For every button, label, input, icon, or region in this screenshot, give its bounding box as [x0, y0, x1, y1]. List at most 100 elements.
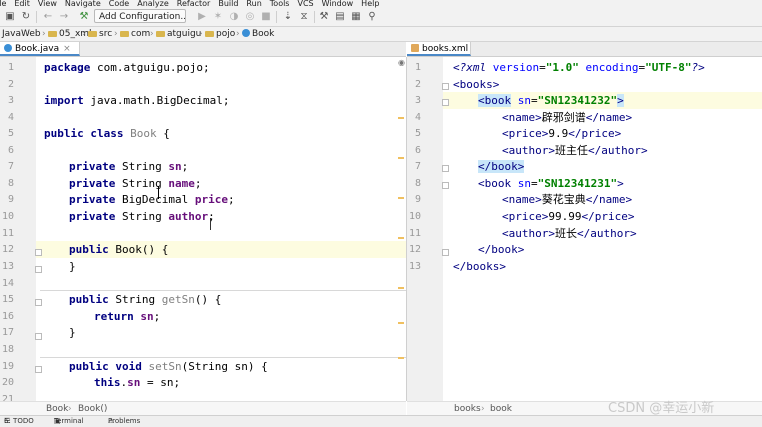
menu-window[interactable]: Window — [322, 0, 354, 8]
code-line: <name>辟邪剑谱</name> — [502, 111, 633, 124]
breadcrumb-chevron-icon: › — [42, 29, 46, 39]
menu-build[interactable]: Build — [218, 0, 238, 8]
line-number: 8 — [414, 178, 421, 189]
menu-file[interactable]: ile — [0, 0, 6, 8]
package-icon — [120, 31, 129, 37]
class-icon — [4, 44, 12, 52]
warning-stripe-marker[interactable] — [398, 197, 404, 199]
menu-view[interactable]: View — [38, 0, 57, 8]
code-line: </book> — [478, 160, 525, 173]
code-line: public class Book { — [44, 127, 170, 140]
warning-stripe-marker[interactable] — [398, 322, 404, 324]
fold-marker-icon[interactable] — [35, 366, 42, 373]
code-line: private BigDecimal price; — [69, 193, 235, 206]
class-icon — [242, 29, 250, 37]
inspection-eye-icon[interactable]: ◉ — [398, 58, 405, 67]
fold-marker-icon[interactable] — [35, 266, 42, 273]
breadcrumb-chevron-icon: › — [236, 29, 240, 39]
forward-icon[interactable]: → — [58, 11, 70, 23]
run-icon[interactable]: ▶ — [196, 11, 208, 23]
sync-icon[interactable]: ↻ — [20, 11, 32, 23]
line-number: 5 — [7, 128, 14, 139]
fold-marker-icon[interactable] — [442, 249, 449, 256]
add-configuration-button[interactable]: Add Configuration... — [94, 9, 186, 23]
breadcrumb-item-book[interactable]: Book — [242, 27, 274, 41]
menu-edit[interactable]: Edit — [14, 0, 30, 8]
save-icon[interactable]: ▣ — [4, 11, 16, 23]
breadcrumb-item-atguigu[interactable]: atguigu — [156, 27, 201, 41]
structure-crumb-constructor[interactable]: Book() — [78, 402, 107, 416]
build-hammer-icon[interactable]: ⚒ — [78, 11, 90, 23]
fold-marker-icon[interactable] — [442, 99, 449, 106]
fold-marker-icon[interactable] — [442, 83, 449, 90]
line-number: 9 — [7, 194, 14, 205]
menu-code[interactable]: Code — [109, 0, 129, 8]
code-line: <price>99.99</price> — [502, 210, 635, 223]
code-line: </book> — [478, 243, 525, 256]
stop-icon[interactable]: ■ — [260, 11, 272, 23]
java-editor[interactable]: 1 2 3 4 5 6 7 8 9 10 11 12 13 14 15 16 1… — [0, 57, 407, 401]
line-number: 9 — [414, 194, 421, 205]
fold-marker-icon[interactable] — [35, 333, 42, 340]
back-icon[interactable]: ← — [42, 11, 54, 23]
navigation-breadcrumb: JavaWeb › 05_xml › src › com › atguigu ›… — [0, 27, 762, 42]
warning-stripe-marker[interactable] — [398, 157, 404, 159]
fold-marker-icon[interactable] — [35, 249, 42, 256]
menu-navigate[interactable]: Navigate — [65, 0, 101, 8]
structure-crumb-books[interactable]: books — [454, 402, 481, 416]
warning-stripe-marker[interactable] — [398, 237, 404, 239]
toolbar-separator — [276, 11, 277, 23]
menu-run[interactable]: Run — [246, 0, 261, 8]
tab-book-java[interactable]: Book.java × — [0, 42, 80, 56]
sdk-icon[interactable]: ▦ — [350, 11, 362, 23]
structure-crumb-book[interactable]: book — [490, 402, 512, 416]
line-number: 6 — [414, 145, 421, 156]
project-structure-icon[interactable]: ▤ — [334, 11, 346, 23]
fold-marker-icon[interactable] — [35, 299, 42, 306]
vcs-update-icon[interactable]: ⇣ — [282, 11, 294, 23]
profile-icon[interactable]: ◎ — [244, 11, 256, 23]
structure-crumb-book[interactable]: Book — [46, 402, 68, 416]
menu-analyze[interactable]: Analyze — [137, 0, 169, 8]
line-number: 10 — [408, 211, 421, 222]
fold-marker-icon[interactable] — [442, 165, 449, 172]
line-number: 2 — [414, 79, 421, 90]
code-line: <?xml version="1.0" encoding="UTF-8"?> — [453, 61, 705, 74]
line-number: 7 — [414, 161, 421, 172]
close-icon[interactable]: × — [63, 44, 71, 54]
warning-stripe-marker[interactable] — [398, 357, 404, 359]
line-number: 16 — [1, 311, 14, 322]
breadcrumb-chevron-icon: › — [68, 404, 72, 414]
search-icon[interactable]: ⚲ — [366, 11, 378, 23]
line-number: 3 — [414, 95, 421, 106]
menu-help[interactable]: Help — [361, 0, 379, 8]
xml-file-icon — [411, 44, 419, 52]
line-number: 13 — [1, 261, 14, 272]
tool-window-bar: ☰ 6: TODO ▣ Terminal ⚠ Problems — [0, 415, 762, 427]
menu-refactor[interactable]: Refactor — [177, 0, 211, 8]
breadcrumb-item-src[interactable]: src — [88, 27, 112, 41]
package-icon — [156, 31, 165, 37]
xml-editor[interactable]: 1 2 3 4 5 6 7 8 9 10 11 12 13 <?xml vers… — [407, 57, 762, 401]
warning-stripe-marker[interactable] — [398, 287, 404, 289]
menu-vcs[interactable]: VCS — [297, 0, 313, 8]
settings-wrench-icon[interactable]: ⚒ — [318, 11, 330, 23]
tab-books-xml[interactable]: books.xml — [407, 42, 471, 56]
code-line: <author>班长</author> — [502, 227, 637, 240]
line-number: 12 — [408, 244, 421, 255]
line-number: 10 — [1, 211, 14, 222]
breadcrumb-item-pojo[interactable]: pojo — [205, 27, 235, 41]
breadcrumb-item-com[interactable]: com — [120, 27, 150, 41]
warning-stripe-marker[interactable] — [398, 117, 404, 119]
code-line: return sn; — [94, 310, 161, 323]
code-line: <book sn="SN12341232"> — [478, 94, 624, 107]
fold-marker-icon[interactable] — [442, 182, 449, 189]
debug-icon[interactable]: ✶ — [212, 11, 224, 23]
vcs-history-icon[interactable]: ⧖ — [298, 11, 310, 23]
menu-bar: ile Edit View Navigate Code Analyze Refactor Bu… — [0, 0, 762, 8]
mouse-ibeam-cursor — [210, 218, 211, 230]
line-number: 8 — [7, 178, 14, 189]
breadcrumb-item-javaweb[interactable]: JavaWeb — [2, 27, 41, 41]
menu-tools[interactable]: Tools — [270, 0, 290, 8]
coverage-icon[interactable]: ◑ — [228, 11, 240, 23]
